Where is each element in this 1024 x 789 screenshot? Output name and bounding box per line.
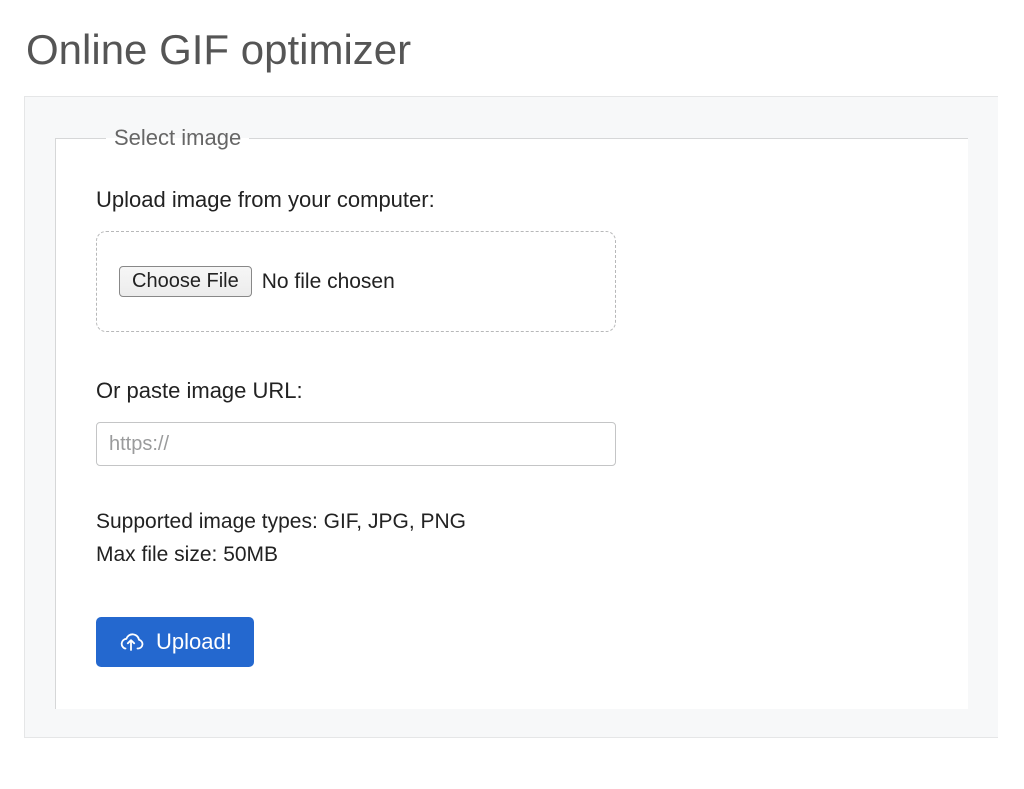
page-title: Online GIF optimizer [26,26,998,74]
file-dropzone[interactable]: Choose File No file chosen [96,231,616,332]
choose-file-button[interactable]: Choose File [119,266,252,297]
file-status-text: No file chosen [262,270,395,294]
cloud-upload-icon [118,631,144,653]
upload-info: Supported image types: GIF, JPG, PNG Max… [96,506,928,571]
select-image-fieldset: Select image Upload image from your comp… [55,125,968,709]
form-panel: Select image Upload image from your comp… [24,96,998,738]
upload-from-computer-label: Upload image from your computer: [96,187,928,213]
upload-button-label: Upload! [156,629,232,655]
fieldset-legend: Select image [106,125,249,151]
upload-button[interactable]: Upload! [96,617,254,667]
supported-types-text: Supported image types: GIF, JPG, PNG [96,506,928,539]
max-file-size-text: Max file size: 50MB [96,539,928,572]
image-url-input[interactable] [96,422,616,466]
paste-url-label: Or paste image URL: [96,378,928,404]
